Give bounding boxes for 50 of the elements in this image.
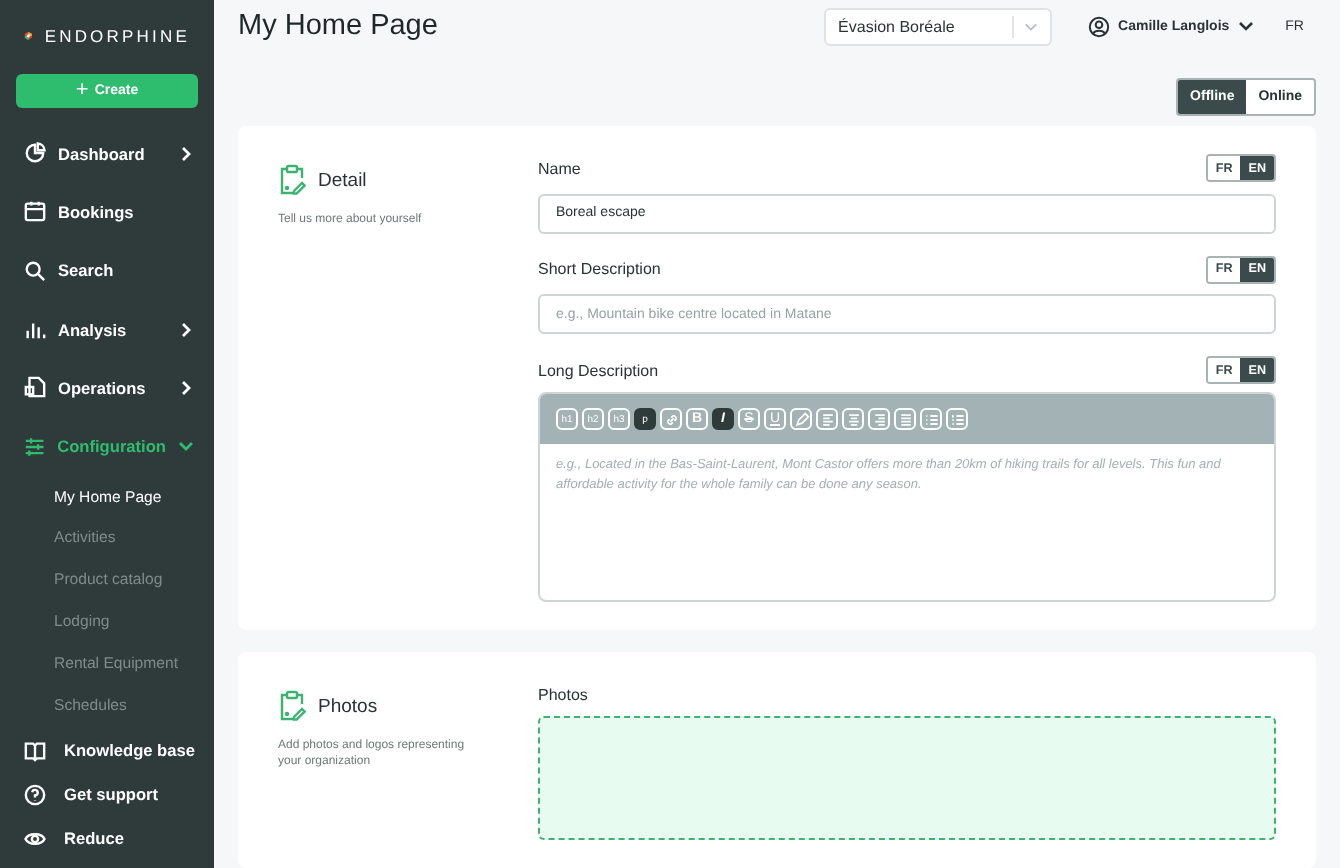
toolbar-button[interactable] — [660, 408, 682, 430]
eye-icon — [24, 827, 46, 849]
nav-item[interactable]: Bookings — [16, 182, 198, 242]
justify-icon — [897, 411, 913, 427]
numbers-icon — [949, 411, 965, 427]
footer-nav-item[interactable]: Reduce — [16, 816, 198, 860]
field-label: Long Description — [538, 361, 659, 379]
section-title: Photos — [318, 695, 378, 717]
link-icon — [663, 411, 679, 427]
toolbar-button[interactable] — [868, 408, 890, 430]
book-icon — [24, 739, 46, 761]
chevron-down-icon — [1024, 19, 1039, 33]
nav-item[interactable]: Configuration — [16, 416, 198, 476]
organization-select[interactable]: Évasion Boréale — [824, 7, 1053, 45]
page-title: My Home Page — [238, 10, 440, 42]
footer-nav-item[interactable]: Get support — [16, 772, 198, 816]
clipboard-pen-icon — [278, 164, 306, 196]
nav-item[interactable]: Operations — [16, 358, 198, 417]
align-right-icon — [871, 411, 887, 427]
sliders-icon — [24, 435, 46, 458]
calendar-icon — [24, 200, 46, 223]
search-icon — [24, 259, 46, 282]
nav-item[interactable]: Analysis — [16, 299, 198, 359]
toolbar-button[interactable] — [894, 408, 916, 430]
field-label: Short Description — [538, 260, 661, 278]
toolbar-button[interactable] — [946, 408, 968, 430]
user-icon — [1088, 15, 1111, 37]
clipboard-pen-icon — [278, 690, 306, 722]
align-center-icon — [845, 411, 861, 427]
toolbar-button[interactable] — [816, 408, 838, 430]
nav-item[interactable]: Search — [16, 241, 198, 300]
nav-item[interactable]: Dashboard — [16, 124, 198, 183]
pen-icon — [793, 411, 809, 427]
toolbar-button[interactable] — [920, 408, 942, 430]
field-label: Photos — [538, 685, 588, 703]
section-title: Detail — [318, 169, 367, 191]
pie-icon — [24, 142, 46, 165]
bullets-icon — [923, 411, 939, 427]
toolbar-button[interactable] — [842, 408, 864, 430]
rich-text-editor[interactable] — [538, 392, 1276, 602]
brand-name: ENDORPHINE — [44, 26, 190, 46]
chevron-down-icon — [1237, 18, 1254, 34]
bars-icon — [24, 318, 46, 341]
field-label: Name — [538, 159, 581, 177]
toolbar-button[interactable] — [790, 408, 812, 430]
doc-icon — [24, 376, 46, 399]
help-icon — [24, 783, 46, 805]
align-left-icon — [819, 411, 835, 427]
footer-nav-item[interactable]: Knowledge base — [16, 728, 198, 772]
photo-dropzone[interactable] — [538, 716, 1276, 840]
